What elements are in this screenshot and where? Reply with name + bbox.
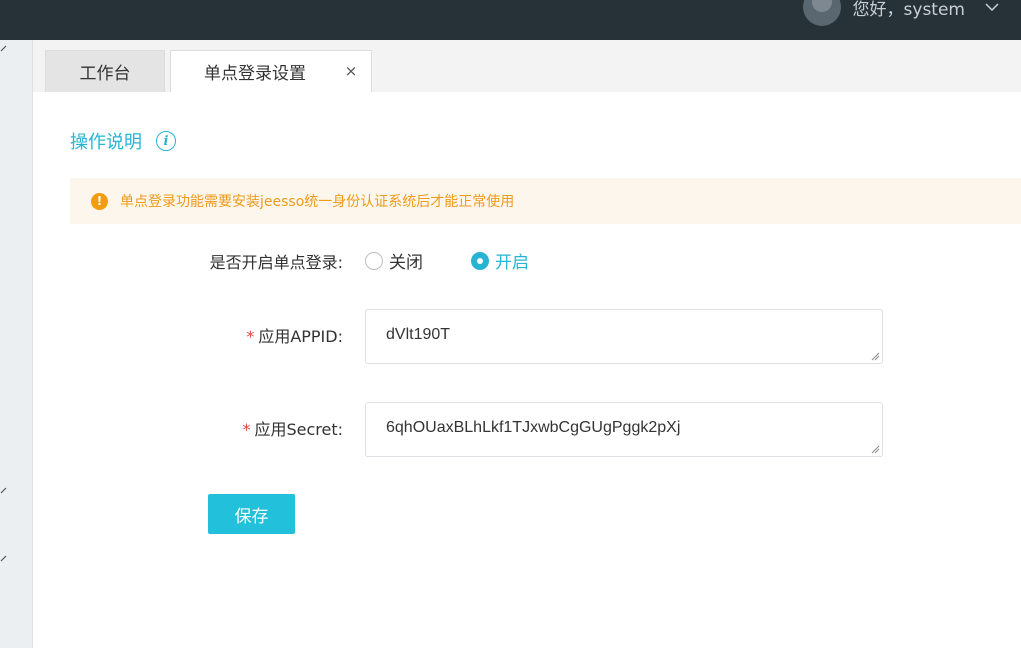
secret-value: 6qhOUaxBLhLkf1TJxwbCgGUgPggk2pXj: [386, 419, 681, 436]
resize-grip-icon[interactable]: [870, 351, 880, 361]
enable-sso-radio-group: 关闭 开启: [365, 248, 529, 273]
tab-bar: 工作台 单点登录设置 ×: [33, 40, 1021, 92]
appid-field[interactable]: dVlt190T: [365, 309, 883, 364]
warning-icon: !: [91, 192, 108, 210]
save-button[interactable]: 保存: [208, 494, 295, 534]
top-bar: 您好，system: [0, 0, 1021, 40]
radio-off-label[interactable]: 关闭: [389, 248, 423, 273]
appid-label: * 应用APPID:: [113, 323, 343, 347]
radio-on[interactable]: 开启: [471, 248, 529, 273]
tab-label: 工作台: [79, 64, 131, 84]
radio-off[interactable]: 关闭: [365, 248, 423, 273]
radio-on-dot[interactable]: [471, 251, 489, 270]
radio-on-label[interactable]: 开启: [495, 248, 529, 273]
section-title: 操作说明 i: [70, 128, 176, 154]
resize-grip-icon[interactable]: [870, 444, 880, 454]
warning-alert: ! 单点登录功能需要安装jeesso统一身份认证系统后才能正常使用: [70, 178, 1021, 224]
secret-label-text: 应用Secret:: [254, 420, 343, 439]
radio-off-dot[interactable]: [365, 251, 383, 270]
sidebar: [0, 40, 33, 648]
enable-sso-label: 是否开启单点登录:: [209, 253, 343, 272]
section-title-text: 操作说明: [70, 132, 142, 153]
tab-workbench[interactable]: 工作台: [45, 50, 165, 92]
main-content: 操作说明 i ! 单点登录功能需要安装jeesso统一身份认证系统后才能正常使用…: [33, 92, 1021, 648]
alert-text: 单点登录功能需要安装jeesso统一身份认证系统后才能正常使用: [120, 194, 515, 210]
secret-label: * 应用Secret:: [113, 416, 343, 440]
required-mark: *: [242, 420, 251, 439]
required-mark: *: [246, 327, 255, 346]
user-menu[interactable]: 您好，system: [802, 0, 999, 26]
info-icon[interactable]: i: [156, 131, 176, 151]
sidebar-expand-icon[interactable]: [0, 486, 8, 494]
chevron-down-icon[interactable]: [985, 3, 999, 11]
tab-sso-settings[interactable]: 单点登录设置 ×: [170, 50, 372, 92]
appid-label-text: 应用APPID:: [258, 327, 343, 346]
close-icon[interactable]: ×: [343, 62, 359, 80]
sidebar-expand-icon[interactable]: [0, 44, 8, 52]
user-avatar-icon[interactable]: [802, 0, 841, 26]
user-greeting[interactable]: 您好，system: [853, 0, 965, 20]
secret-field[interactable]: 6qhOUaxBLhLkf1TJxwbCgGUgPggk2pXj: [365, 402, 883, 457]
appid-value: dVlt190T: [386, 326, 451, 343]
sidebar-expand-icon[interactable]: [0, 554, 8, 562]
tab-label: 单点登录设置: [204, 64, 306, 84]
